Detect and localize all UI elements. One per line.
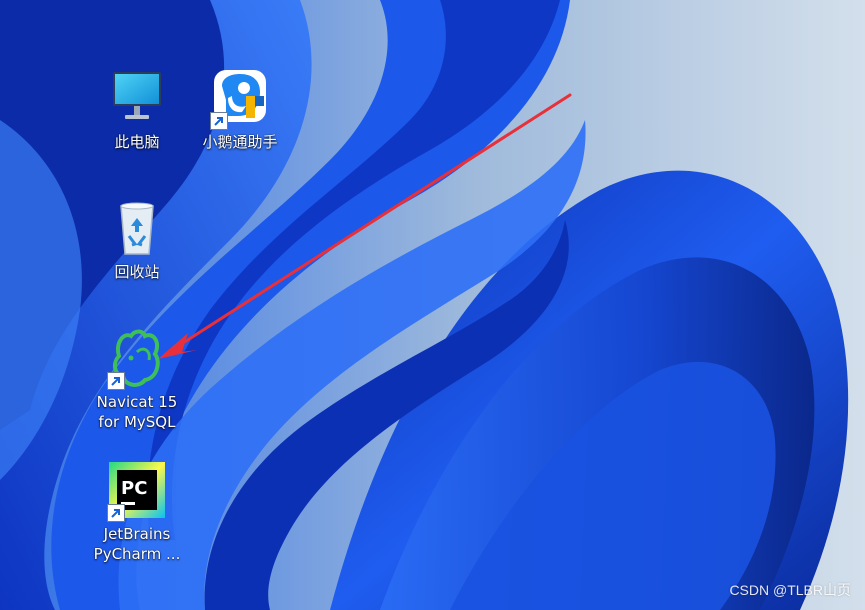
icon-label: JetBrains PyCharm ... bbox=[93, 525, 181, 563]
shortcut-arrow-icon bbox=[107, 504, 125, 522]
desktop-icon-recycle-bin[interactable]: 回收站 bbox=[89, 196, 185, 282]
desktop-icon-this-pc[interactable]: 此电脑 bbox=[89, 66, 185, 152]
icon-label: 回收站 bbox=[114, 263, 160, 281]
icon-label: 小鹅通助手 bbox=[202, 133, 278, 151]
recycle-bin-icon bbox=[105, 196, 169, 260]
pycharm-icon: PC bbox=[105, 458, 169, 522]
desktop-icon-pycharm[interactable]: PC JetBrains PyCharm ... bbox=[89, 458, 185, 564]
watermark: CSDN @TLBR山页 bbox=[729, 582, 851, 598]
xiaoetong-icon bbox=[208, 66, 272, 130]
monitor-icon bbox=[105, 66, 169, 130]
icon-label: Navicat 15 for MySQL bbox=[96, 393, 178, 431]
pycharm-logo-text: PC bbox=[121, 478, 147, 499]
navicat-icon bbox=[105, 326, 169, 390]
shortcut-arrow-icon bbox=[107, 372, 125, 390]
icon-label: 此电脑 bbox=[114, 133, 160, 151]
shortcut-arrow-icon bbox=[210, 112, 228, 130]
desktop-icon-navicat[interactable]: Navicat 15 for MySQL bbox=[89, 326, 185, 432]
desktop-icon-xiaoetong[interactable]: 小鹅通助手 bbox=[192, 66, 288, 152]
